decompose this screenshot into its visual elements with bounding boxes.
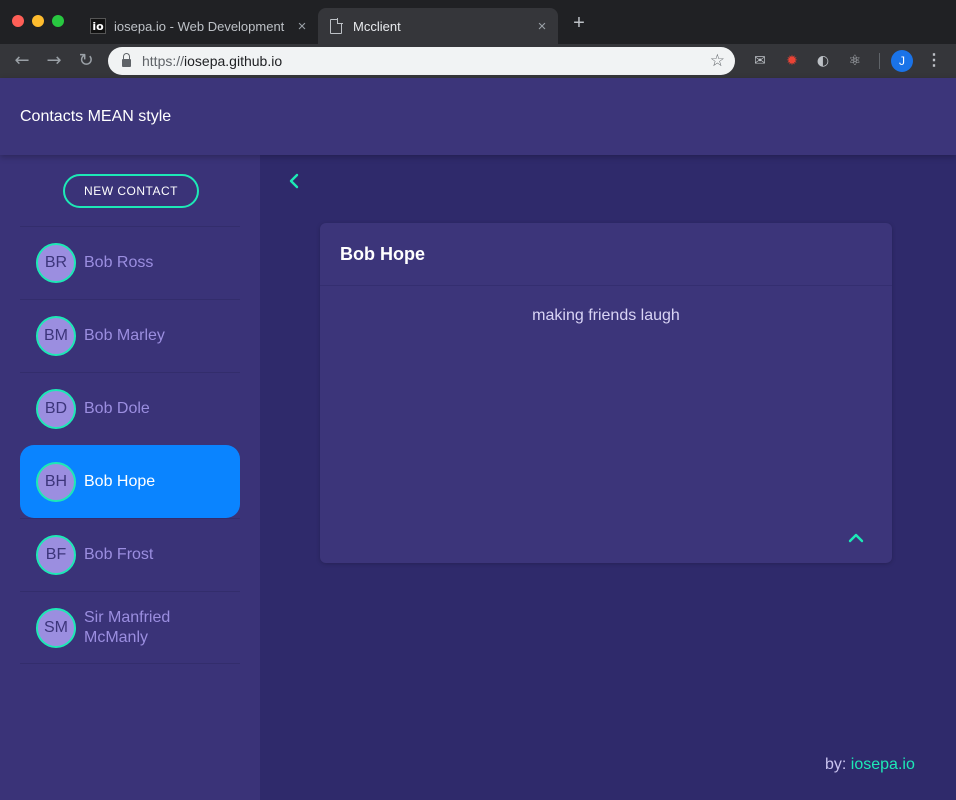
avatar: BD	[36, 389, 76, 429]
contact-name: Bob Frost	[84, 546, 154, 563]
avatar: SM	[36, 607, 76, 648]
contact-item-sir-manfried-mcmanly[interactable]: SM Sir Manfried McManly	[20, 591, 240, 664]
contact-detail-description: making friends laugh	[532, 307, 680, 324]
bug-extension-icon[interactable]: ✹	[782, 51, 802, 71]
new-contact-button[interactable]: NEW CONTACT	[63, 174, 199, 208]
document-favicon-icon	[330, 17, 343, 34]
footer-prefix: by:	[825, 756, 847, 773]
contact-name: Sir Manfried McManly	[84, 608, 171, 646]
s-extension-icon[interactable]: ◐	[813, 51, 833, 71]
star-icon[interactable]: ☆	[710, 51, 725, 71]
footer-link[interactable]: iosepa.io	[851, 756, 915, 773]
chevron-up-icon[interactable]	[848, 531, 864, 543]
contact-name: Bob Dole	[84, 400, 150, 417]
url-text: https://iosepa.github.io	[142, 53, 283, 69]
address-bar[interactable]: https://iosepa.github.io ☆	[108, 47, 735, 75]
tab-close-icon[interactable]: ×	[530, 18, 554, 35]
contact-card: Bob Hope making friends laugh	[320, 223, 892, 563]
io-favicon-icon: io	[90, 18, 106, 34]
reload-icon[interactable]: ↻	[74, 49, 98, 73]
browser-toolbar: ← → ↻ https://iosepa.github.io ☆ ✉ ✹ ◐ ⚛…	[0, 44, 956, 78]
tab-title: Mcclient	[353, 18, 401, 34]
back-icon[interactable]: ←	[10, 49, 34, 73]
menu-dots-icon[interactable]: ⋮	[926, 51, 942, 71]
profile-avatar[interactable]: J	[891, 50, 913, 72]
contact-item-bob-marley[interactable]: BM Bob Marley	[20, 299, 240, 372]
tab-mcclient[interactable]: Mcclient ×	[318, 8, 558, 44]
card-header: Bob Hope	[320, 223, 892, 286]
tab-title: iosepa.io - Web Development	[114, 18, 285, 34]
forward-icon[interactable]: →	[42, 49, 66, 73]
tab-iosepa[interactable]: io iosepa.io - Web Development ×	[80, 8, 318, 44]
contact-item-bob-dole[interactable]: BD Bob Dole	[20, 372, 240, 445]
mail-extension-icon[interactable]: ✉	[750, 51, 770, 71]
contact-item-bob-frost[interactable]: BF Bob Frost	[20, 518, 240, 591]
contact-detail-name: Bob Hope	[340, 243, 425, 264]
app-header: Contacts MEAN style	[0, 78, 956, 155]
contact-detail-area: Bob Hope making friends laugh by: iosepa…	[260, 155, 956, 800]
contact-item-bob-hope[interactable]: BH Bob Hope	[20, 445, 240, 518]
contact-item-bob-ross[interactable]: BR Bob Ross	[20, 226, 240, 299]
browser-tabstrip: io iosepa.io - Web Development × Mcclien…	[0, 0, 956, 44]
contact-name: Bob Hope	[84, 473, 156, 490]
contacts-sidebar: NEW CONTACT BR Bob Ross BM Bob Marley BD…	[0, 155, 260, 800]
app-title: Contacts MEAN style	[20, 107, 172, 125]
minimize-window-button[interactable]	[32, 15, 44, 27]
avatar: BR	[36, 243, 76, 283]
close-window-button[interactable]	[12, 15, 24, 27]
tab-close-icon[interactable]: ×	[290, 18, 314, 35]
avatar: BH	[36, 462, 76, 502]
avatar: BM	[36, 316, 76, 356]
avatar: BF	[36, 535, 76, 575]
contact-name: Bob Marley	[84, 327, 165, 344]
maximize-window-button[interactable]	[52, 15, 64, 27]
new-tab-button[interactable]: +	[568, 12, 590, 34]
contact-list: BR Bob Ross BM Bob Marley BD Bob Dole BH…	[20, 226, 240, 664]
react-extension-icon[interactable]: ⚛	[845, 51, 865, 71]
lock-icon	[122, 53, 131, 67]
toolbar-separator	[879, 53, 880, 69]
footer-credit: by: iosepa.io	[825, 756, 915, 774]
chevron-left-icon[interactable]	[286, 171, 302, 191]
contact-name: Bob Ross	[84, 254, 154, 271]
